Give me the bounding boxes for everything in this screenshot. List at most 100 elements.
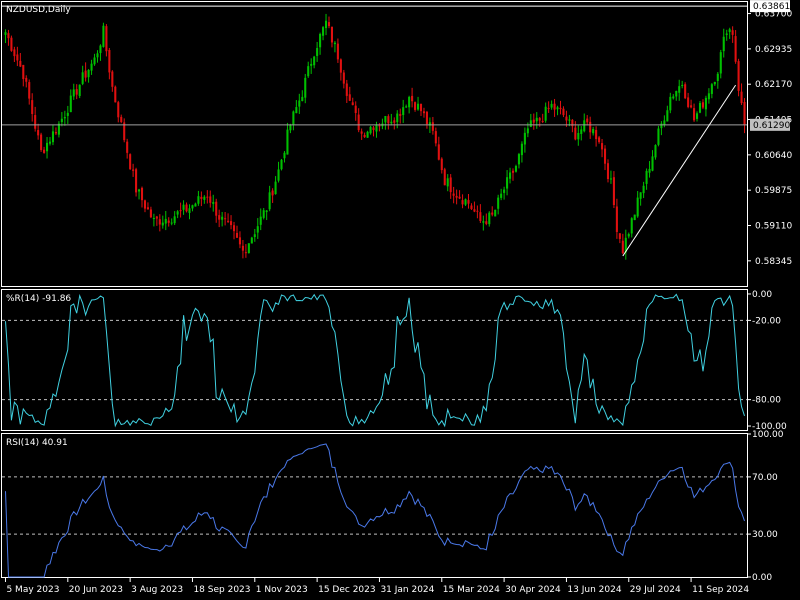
candle-body [586, 118, 589, 123]
candle-body [408, 96, 411, 108]
candle-body [612, 177, 615, 206]
candle-body [431, 122, 434, 131]
candle-body [497, 197, 500, 209]
candle-body [351, 102, 354, 106]
wr-tick-label: -20.00 [752, 316, 781, 326]
candle-body [212, 202, 215, 204]
candle-body [268, 192, 271, 210]
candle-body [54, 132, 57, 134]
candle-body [648, 168, 651, 173]
wr-series-line [5, 293, 745, 428]
candle-body [191, 205, 194, 209]
wr-tick-label: 0.00 [752, 290, 772, 300]
candle-body [164, 218, 167, 224]
candle-body [491, 212, 494, 215]
candle-body [580, 129, 583, 134]
candle-body [265, 210, 268, 213]
candle-body [416, 103, 420, 110]
candle-body [19, 60, 22, 67]
candle-body [402, 107, 405, 115]
candle-body [687, 97, 690, 107]
candle-body [90, 63, 93, 71]
candle-body [310, 63, 313, 66]
candle-body [470, 205, 473, 210]
candle-body [354, 105, 357, 114]
candle-body [601, 143, 604, 150]
candle-body [304, 77, 307, 98]
candle-body [627, 234, 630, 237]
candle-body [440, 158, 443, 171]
candle-body [731, 30, 734, 35]
candle-body [149, 209, 152, 218]
candle-body [146, 207, 149, 210]
candle-body [87, 70, 90, 78]
price-tick-label: 0.59875 [755, 186, 792, 196]
candle-body [244, 252, 247, 254]
price-panel-frame [1, 1, 748, 287]
candle-body [479, 212, 482, 221]
candle-body [96, 53, 99, 58]
candle-body [618, 233, 621, 239]
wr-title: %R(14) -91.86 [6, 294, 71, 304]
candle-body [544, 106, 547, 121]
candle-body [725, 33, 728, 35]
candle-body [84, 70, 87, 78]
candle-body [227, 220, 230, 222]
candle-body [603, 148, 607, 164]
candle-body [28, 82, 31, 99]
candle-body [108, 49, 111, 73]
candle-body [595, 129, 598, 140]
candle-body [645, 170, 648, 184]
candle-body [592, 129, 595, 134]
candle-body [111, 71, 114, 87]
candle-body [556, 107, 559, 110]
trading-chart[interactable]: 0.637000.629350.621700.614050.606400.598… [0, 0, 800, 600]
candle-body [48, 141, 52, 144]
candle-body [99, 45, 102, 54]
candle-body [182, 204, 185, 210]
candle-body [660, 123, 663, 129]
candle-body [384, 115, 387, 123]
candle-body [375, 125, 378, 132]
rsi-tick-label: 30.00 [752, 530, 778, 540]
candle-body [138, 189, 141, 192]
candle-body [81, 72, 84, 84]
candle-body [366, 131, 369, 138]
candle-body [218, 215, 221, 220]
trendline[interactable] [622, 84, 737, 257]
candle-body [621, 240, 624, 254]
candle-body [105, 26, 108, 52]
candle-body [449, 177, 452, 193]
candle-body [327, 22, 331, 27]
candle-body [158, 219, 161, 225]
price-tick-label: 0.62170 [755, 80, 792, 90]
candle-body [224, 218, 227, 220]
time-tick-label: 15 Dec 2023 [318, 585, 376, 595]
candle-body [446, 178, 449, 187]
candle-body [666, 110, 669, 122]
candle-body [271, 190, 274, 196]
candle-body [102, 25, 105, 47]
candle-body [698, 103, 702, 113]
candle-body [393, 120, 396, 123]
candle-body [464, 199, 467, 205]
candle-body [140, 187, 144, 201]
candle-body [535, 117, 538, 122]
candle-body [10, 37, 13, 51]
rsi-level-lines [2, 476, 747, 535]
rsi-title: RSI(14) 40.91 [6, 438, 68, 448]
candle-body [360, 131, 363, 134]
time-tick-label: 31 Jan 2024 [380, 585, 434, 595]
candle-body [452, 193, 455, 196]
candle-body [152, 218, 155, 220]
candle-body [681, 85, 684, 87]
candle-body [40, 134, 43, 151]
candle-body [526, 128, 529, 134]
candle-body [654, 145, 657, 158]
current-price-tag: 0.61290 [750, 118, 790, 131]
candle-body [378, 125, 381, 127]
candle-body [520, 143, 523, 156]
candle-body [256, 226, 259, 233]
candle-body [25, 77, 28, 82]
candle-body [390, 121, 393, 124]
